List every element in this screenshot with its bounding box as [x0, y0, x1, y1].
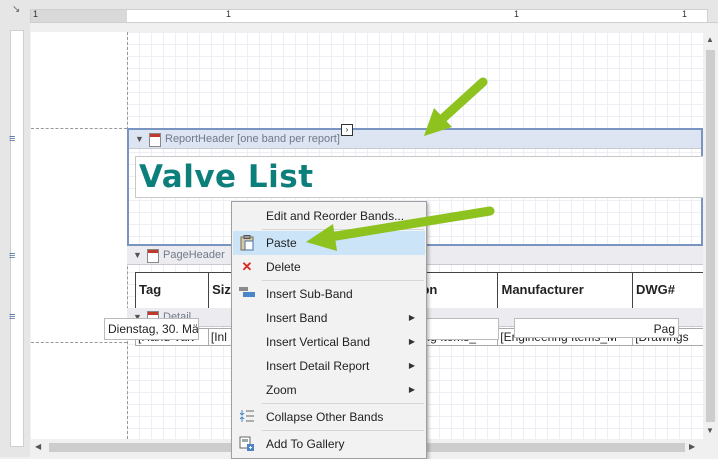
band-marker-icon[interactable]: ≡ [9, 133, 15, 145]
menu-item-label: Insert Vertical Band [266, 335, 371, 349]
context-menu: Edit and Reorder Bands... Paste ✕ Delete… [231, 201, 427, 459]
menu-separator [262, 229, 424, 230]
ruler-left-margin [31, 10, 127, 22]
band-label: ReportHeader [one band per report] [165, 133, 340, 145]
table-cell[interactable]: ion [415, 273, 499, 309]
collapse-chevron-icon[interactable]: ▼ [135, 130, 144, 148]
menu-item-label: Edit and Reorder Bands... [266, 209, 405, 223]
submenu-arrow-icon: ▶ [408, 361, 415, 370]
ruler-number: 1 [514, 9, 520, 19]
menu-item-label: Zoom [266, 383, 297, 397]
vertical-ruler: ≡ ≡ ≡ [0, 22, 30, 457]
horizontal-ruler-strip: 1 1 1 1 [30, 9, 708, 23]
menu-item-delete[interactable]: ✕ Delete [233, 255, 425, 279]
band-icon [147, 249, 159, 263]
band-marker-icon[interactable]: ≡ [9, 250, 15, 262]
page-margin [31, 32, 127, 439]
collapse-icon [239, 409, 255, 425]
menu-separator [262, 430, 424, 431]
menu-item-insert-sub-band[interactable]: Insert Sub-Band [233, 282, 425, 306]
ruler-number: 1 [226, 9, 232, 19]
menu-item-edit-reorder-bands[interactable]: Edit and Reorder Bands... [233, 204, 425, 228]
report-header-band-caption[interactable]: ▼ ReportHeader [one band per report] [129, 130, 701, 149]
collapse-chevron-icon[interactable]: ▼ [133, 246, 142, 264]
menu-item-label: Add To Gallery [266, 437, 345, 451]
menu-item-paste[interactable]: Paste [233, 231, 425, 255]
report-title: Valve List [139, 159, 314, 195]
smart-tag-icon[interactable]: › [341, 124, 353, 136]
scroll-up-icon[interactable]: ▲ [706, 35, 714, 44]
band-divider [31, 342, 127, 343]
horizontal-ruler: ↘ 1 1 1 1 [0, 0, 718, 23]
page-field[interactable]: Pag [514, 318, 679, 338]
ruler-corner-icon: ↘ [12, 4, 21, 15]
scroll-thumb[interactable] [706, 50, 715, 422]
menu-item-label: Insert Sub-Band [266, 287, 353, 301]
scroll-right-icon[interactable]: ▶ [689, 442, 695, 451]
menu-item-label: Collapse Other Bands [266, 410, 384, 424]
scroll-left-icon[interactable]: ◀ [35, 442, 41, 451]
delete-icon: ✕ [241, 259, 253, 274]
band-icon [149, 133, 161, 147]
band-label: PageHeader [163, 249, 225, 261]
vertical-ruler-strip [10, 30, 24, 447]
submenu-arrow-icon: ▶ [408, 337, 415, 346]
submenu-arrow-icon: ▶ [408, 313, 415, 322]
menu-item-label: Insert Band [266, 311, 328, 325]
table-cell[interactable]: Manufacturer [498, 273, 634, 309]
date-field[interactable]: Dienstag, 30. März [104, 318, 199, 340]
menu-item-collapse-other-bands[interactable]: Collapse Other Bands [233, 405, 425, 429]
table-cell[interactable]: DWG# [633, 273, 703, 309]
menu-item-label: Insert Detail Report [266, 359, 370, 373]
paste-icon [239, 235, 255, 251]
ruler-number: 1 [682, 9, 688, 19]
band-divider [31, 128, 127, 129]
menu-separator [262, 280, 424, 281]
scroll-down-icon[interactable]: ▼ [706, 426, 714, 435]
menu-item-zoom[interactable]: Zoom ▶ [233, 378, 425, 402]
band-marker-icon[interactable]: ≡ [9, 311, 15, 323]
vertical-scrollbar[interactable]: ▲ ▼ [703, 32, 718, 439]
menu-item-label: Delete [266, 260, 301, 274]
title-label-control[interactable]: Valve List [135, 156, 703, 198]
insert-sub-band-icon [239, 286, 255, 302]
ruler-corner[interactable]: ↘ [0, 0, 30, 22]
ruler-number: 1 [33, 9, 39, 19]
submenu-arrow-icon: ▶ [408, 385, 415, 394]
menu-separator [262, 403, 424, 404]
gallery-icon [239, 436, 255, 452]
menu-item-insert-detail-report[interactable]: Insert Detail Report ▶ [233, 354, 425, 378]
table-cell[interactable]: Tag [136, 273, 210, 309]
menu-item-add-to-gallery[interactable]: Add To Gallery [233, 432, 425, 456]
menu-item-label: Paste [266, 236, 297, 250]
menu-item-insert-vertical-band[interactable]: Insert Vertical Band ▶ [233, 330, 425, 354]
menu-item-insert-band[interactable]: Insert Band ▶ [233, 306, 425, 330]
